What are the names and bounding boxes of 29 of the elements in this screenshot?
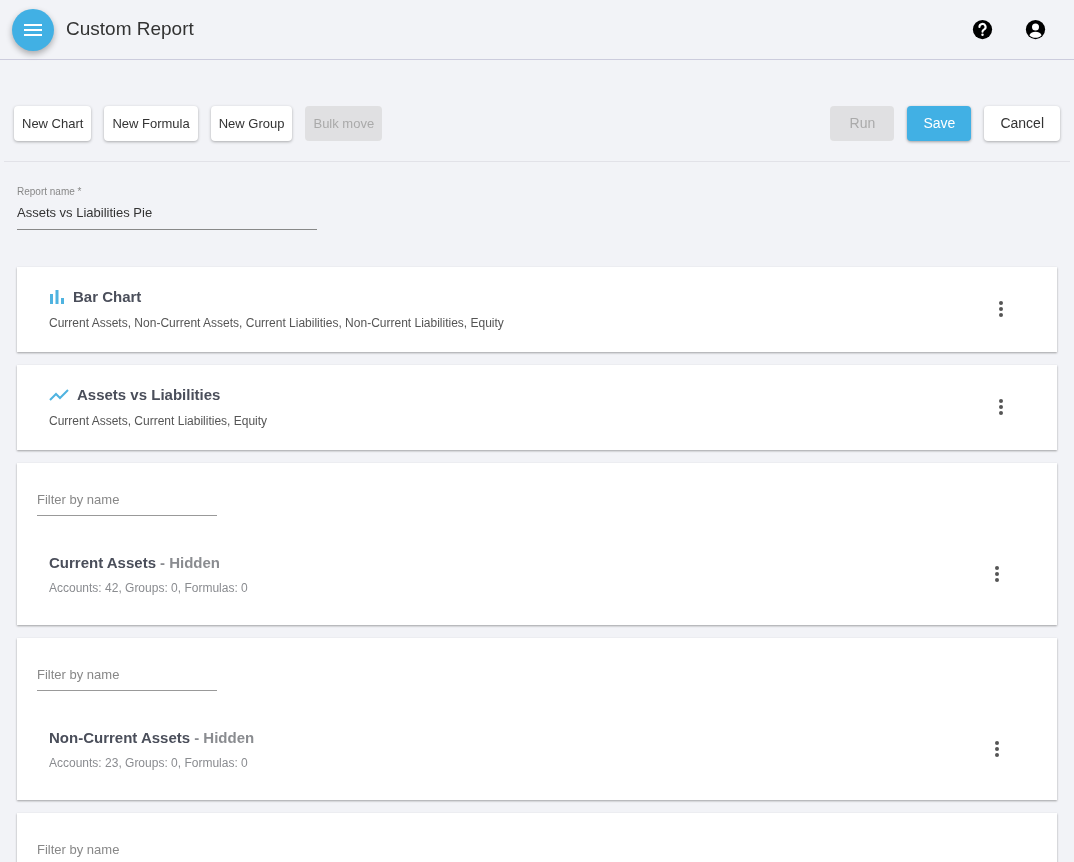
filter-field[interactable]: Filter by name <box>37 839 217 862</box>
field-label: Report name * <box>17 185 83 199</box>
chart-title: Bar Chart <box>73 286 142 307</box>
group-title: Current Assets <box>49 553 156 573</box>
line-chart-icon <box>49 389 69 401</box>
action-button[interactable]: Cancel <box>984 106 1060 141</box>
filter-field[interactable]: Filter by name <box>37 489 217 516</box>
toolbar-button[interactable]: New Chart <box>14 106 92 141</box>
hidden-tag: - Hidden <box>160 552 220 575</box>
help-icon[interactable] <box>972 19 993 40</box>
bar-chart-icon <box>49 290 65 304</box>
toolbar-button[interactable]: New Formula <box>104 106 198 141</box>
hidden-tag: - Hidden <box>194 727 255 750</box>
chart-series: Current Assets, Non-Current Assets, Current Liabilities, Non-Current Liabilities, Equity <box>49 315 504 333</box>
group-summary: Accounts: 23, Groups: 0, Formulas: 0 <box>49 754 249 772</box>
page-title: Custom Report <box>66 17 194 42</box>
menu-icon <box>24 23 42 36</box>
chart-title: Assets vs Liabilities <box>77 384 221 405</box>
filter-field[interactable]: Filter by name <box>37 664 217 691</box>
group-summary: Accounts: 42, Groups: 0, Formulas: 0 <box>49 579 248 597</box>
report-name-field[interactable]: Assets vs Liabilities Pie <box>17 199 317 230</box>
group-title: Non-Current Assets <box>49 728 191 748</box>
chart-series: Current Assets, Current Liabilities, Equity <box>49 413 268 431</box>
toolbar-button[interactable]: New Group <box>210 106 293 141</box>
more-options-icon <box>995 741 999 758</box>
more-options-icon <box>999 399 1003 415</box>
more-options-icon <box>999 301 1003 317</box>
account-icon[interactable] <box>1025 19 1046 40</box>
more-options-icon <box>995 566 999 583</box>
